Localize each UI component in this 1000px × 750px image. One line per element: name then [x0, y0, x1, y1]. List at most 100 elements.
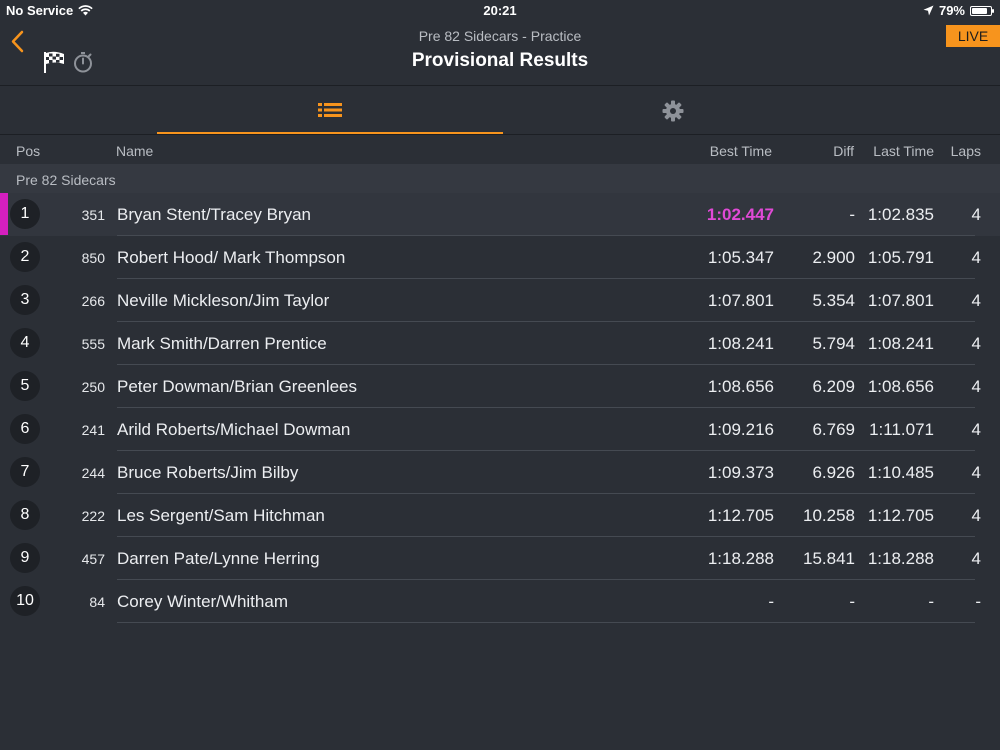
rider-number: 241	[81, 422, 105, 438]
diff-time: 10.258	[803, 506, 855, 525]
rider-name: Peter Dowman/Brian Greenlees	[117, 377, 358, 396]
column-headers: Pos Name Best Time Diff Last Time Laps	[0, 136, 1000, 164]
rider-name: Bruce Roberts/Jim Bilby	[117, 463, 299, 482]
rider-name: Robert Hood/ Mark Thompson	[117, 248, 346, 267]
table-row[interactable]: 7 244 Bruce Roberts/Jim Bilby 1:09.373 6…	[0, 451, 1000, 494]
laps-count: 4	[971, 463, 981, 482]
best-time: 1:18.288	[707, 549, 774, 568]
last-time: 1:08.656	[867, 377, 934, 396]
diff-time: -	[849, 592, 855, 611]
best-time: 1:12.705	[707, 506, 774, 525]
column-diff[interactable]: Diff	[833, 143, 854, 159]
battery-icon	[970, 5, 994, 16]
rider-number: 555	[81, 336, 105, 352]
table-row[interactable]: 10 84 Corey Winter/Whitham - - - -	[0, 580, 1000, 623]
tab-settings[interactable]	[503, 87, 843, 134]
table-row[interactable]: 1 351 Bryan Stent/Tracey Bryan 1:02.447 …	[0, 193, 1000, 236]
column-last-time[interactable]: Last Time	[873, 143, 934, 159]
class-group-label: Pre 82 Sidecars	[16, 172, 116, 188]
laps-count: -	[975, 592, 981, 611]
last-time: 1:11.071	[869, 420, 934, 439]
rider-number: 250	[81, 379, 105, 395]
status-time: 20:21	[483, 3, 517, 18]
rider-number: 244	[81, 465, 105, 481]
position-badge: 9	[10, 543, 40, 573]
last-time: 1:05.791	[867, 248, 934, 267]
last-time: 1:12.705	[867, 506, 934, 525]
rider-name: Arild Roberts/Michael Dowman	[117, 420, 351, 439]
position-badge: 1	[10, 199, 40, 229]
table-row[interactable]: 6 241 Arild Roberts/Michael Dowman 1:09.…	[0, 408, 1000, 451]
laps-count: 4	[971, 377, 981, 396]
location-arrow-icon	[923, 5, 934, 16]
rider-name: Les Sergent/Sam Hitchman	[117, 506, 325, 525]
position-badge: 5	[10, 371, 40, 401]
best-time: 1:02.447	[706, 205, 774, 224]
last-time: 1:08.241	[867, 334, 934, 353]
rider-number: 266	[81, 293, 105, 309]
best-time: 1:09.216	[707, 420, 774, 439]
table-row[interactable]: 3 266 Neville Mickleson/Jim Taylor 1:07.…	[0, 279, 1000, 322]
rider-name: Bryan Stent/Tracey Bryan	[117, 205, 312, 224]
leader-marker	[0, 193, 8, 235]
table-row[interactable]: 5 250 Peter Dowman/Brian Greenlees 1:08.…	[0, 365, 1000, 408]
event-subtitle: Pre 82 Sidecars - Practice	[418, 28, 582, 44]
diff-time: 15.841	[803, 549, 855, 568]
last-time: 1:10.485	[867, 463, 934, 482]
best-time: 1:08.241	[707, 334, 774, 353]
table-row[interactable]: 2 850 Robert Hood/ Mark Thompson 1:05.34…	[0, 236, 1000, 279]
best-time: 1:05.347	[707, 248, 774, 267]
column-laps[interactable]: Laps	[951, 143, 981, 159]
list-icon	[318, 102, 342, 117]
laps-count: 4	[971, 506, 981, 525]
laps-count: 4	[971, 291, 981, 310]
rider-name: Neville Mickleson/Jim Taylor	[117, 291, 330, 310]
rider-name: Corey Winter/Whitham	[117, 592, 288, 611]
last-time: 1:18.288	[867, 549, 934, 568]
position-badge: 10	[10, 586, 40, 616]
rider-number: 351	[81, 207, 105, 223]
laps-count: 4	[971, 334, 981, 353]
battery-percent: 79%	[938, 3, 965, 18]
rider-name: Darren Pate/Lynne Herring	[117, 549, 320, 568]
diff-time: -	[849, 205, 855, 224]
tab-bar	[0, 87, 1000, 135]
results-list: 1 351 Bryan Stent/Tracey Bryan 1:02.447 …	[0, 193, 1000, 623]
column-pos[interactable]: Pos	[16, 143, 40, 159]
status-bar: No Service 20:21 79%	[0, 0, 1000, 20]
column-name[interactable]: Name	[116, 143, 153, 159]
diff-time: 6.926	[812, 463, 855, 482]
last-time: 1:07.801	[867, 291, 934, 310]
table-row[interactable]: 9 457 Darren Pate/Lynne Herring 1:18.288…	[0, 537, 1000, 580]
table-row[interactable]: 8 222 Les Sergent/Sam Hitchman 1:12.705 …	[0, 494, 1000, 537]
laps-count: 4	[971, 549, 981, 568]
class-group-header: Pre 82 Sidecars	[0, 164, 1000, 193]
gear-icon	[662, 100, 684, 121]
position-badge: 2	[10, 242, 40, 272]
live-button[interactable]: LIVE	[946, 25, 1000, 47]
position-badge: 6	[10, 414, 40, 444]
tab-results-list[interactable]	[157, 87, 503, 134]
column-best-time[interactable]: Best Time	[710, 143, 772, 159]
rider-number: 850	[81, 250, 105, 266]
last-time: 1:02.835	[867, 205, 934, 224]
last-time: -	[928, 592, 934, 611]
page-title: Provisional Results	[411, 50, 589, 71]
position-badge: 4	[10, 328, 40, 358]
laps-count: 4	[971, 248, 981, 267]
diff-time: 6.209	[812, 377, 855, 396]
laps-count: 4	[971, 420, 981, 439]
position-badge: 7	[10, 457, 40, 487]
best-time: 1:08.656	[707, 377, 774, 396]
rider-name: Mark Smith/Darren Prentice	[117, 334, 327, 353]
position-badge: 8	[10, 500, 40, 530]
best-time: -	[768, 592, 774, 611]
diff-time: 2.900	[812, 248, 855, 267]
rider-number: 222	[81, 508, 105, 524]
diff-time: 6.769	[812, 420, 855, 439]
table-row[interactable]: 4 555 Mark Smith/Darren Prentice 1:08.24…	[0, 322, 1000, 365]
rider-number: 457	[81, 551, 105, 567]
best-time: 1:09.373	[707, 463, 774, 482]
best-time: 1:07.801	[707, 291, 774, 310]
laps-count: 4	[971, 205, 981, 224]
